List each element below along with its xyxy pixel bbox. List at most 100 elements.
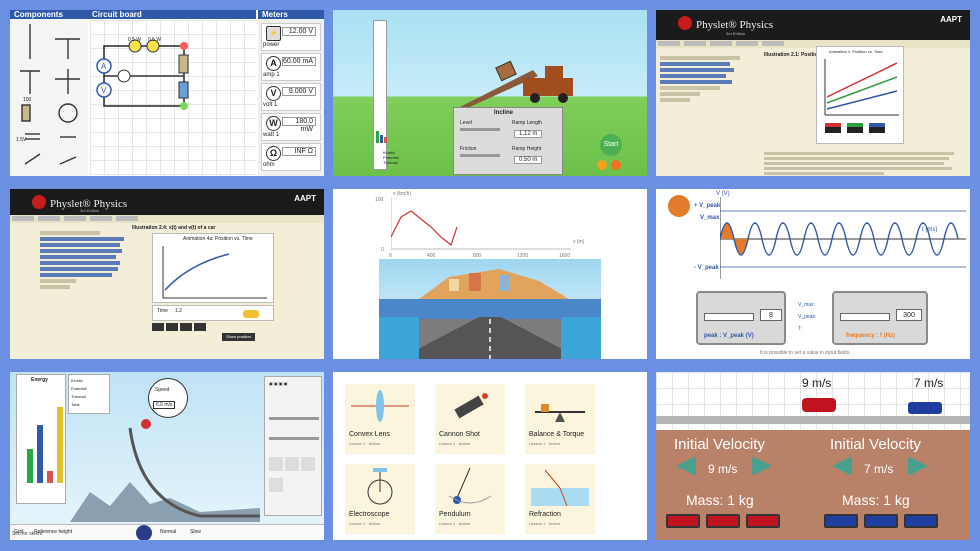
left-increase-arrow[interactable] — [752, 456, 772, 476]
crate — [495, 60, 517, 82]
mass-option-red-2[interactable] — [706, 514, 740, 528]
battery-label: 1.5V — [16, 137, 27, 143]
meter-ammeter[interactable]: A amp 1 60.00 mA — [261, 53, 321, 81]
physlet-page-thumbnail-1[interactable]: Physlet® Physics 3rd Edition AAPT Illust… — [656, 10, 970, 176]
friction-slider[interactable] — [460, 154, 500, 157]
road-velocity-thumbnail[interactable]: v (km/h) x (m) 100 0 0 400 800 1200 1600 — [333, 189, 647, 359]
lens-icon — [351, 390, 409, 422]
physlet-page-thumbnail-2[interactable]: Physlet® Physics 3rd Edition AAPT Illust… — [10, 189, 324, 359]
mass-option-blue-3[interactable] — [904, 514, 938, 528]
physlet-menu[interactable] — [10, 215, 324, 223]
meter-power[interactable]: ⚡ power 12.00 V — [261, 23, 321, 51]
truck-ramp-scene[interactable] — [453, 50, 573, 110]
left-velocity-value: 9 m/s — [708, 462, 738, 476]
track — [656, 416, 970, 424]
velocity-curve — [391, 197, 571, 250]
mass-option-blue-2[interactable] — [864, 514, 898, 528]
sim-card-cannon[interactable]: Cannon Shot Lesson 1 · Author — [435, 384, 505, 454]
playback-controls — [152, 323, 206, 331]
sim-card-balance[interactable]: Balance & Torque Lesson 1 · Author — [525, 384, 595, 454]
meter-wattmeter[interactable]: W watt 1 180.0 mW — [261, 113, 321, 141]
sim-card-lens[interactable]: Convex Lens Lesson 1 · Author — [345, 384, 415, 454]
mass-option-red-1[interactable] — [666, 514, 700, 528]
svg-text:V: V — [101, 86, 107, 95]
potential-bar — [37, 425, 43, 483]
left-mass-label: Mass: 1 kg — [686, 492, 754, 508]
mass-option-red-3[interactable] — [746, 514, 780, 528]
ramp-length-value[interactable]: 1.12 m — [514, 130, 543, 138]
start-button[interactable]: Start — [600, 134, 622, 156]
meters-panel: ⚡ power 12.00 V A amp 1 60.00 mA V volt … — [258, 19, 324, 176]
wattmeter-icon: W — [266, 116, 281, 131]
sine-wave-graph[interactable] — [720, 197, 966, 279]
ramp-simulation-thumbnail[interactable]: Kinetic Potential Thermal Incline Level Ra… — [333, 10, 647, 176]
simulation-gallery-thumbnail[interactable]: Convex Lens Lesson 1 · Author Cannon Sho… — [333, 372, 647, 540]
bulb-label-2: 0.5 W — [148, 37, 162, 43]
right-increase-arrow[interactable] — [908, 456, 928, 476]
ski-track[interactable] — [70, 412, 260, 522]
position-time-chart[interactable]: Animation 1: Position vs. Time — [816, 46, 904, 144]
circuit-board-header: Circuit board — [88, 10, 256, 19]
chart-lines — [824, 59, 899, 116]
friction-slider[interactable] — [269, 417, 319, 420]
circuit-builder-thumbnail[interactable]: Components Circuit board Meters 100 1.5V… — [10, 10, 324, 176]
velocity-graph[interactable]: v (km/h) x (m) 100 0 0 400 800 1200 1600 — [333, 189, 647, 259]
components-icons[interactable] — [10, 19, 88, 176]
step-icon[interactable] — [180, 323, 192, 331]
controls-panel: Initial Velocity Initial Velocity 9 m/s … — [656, 430, 970, 540]
mass-slider[interactable] — [269, 437, 319, 440]
energy-bar-panel — [373, 20, 387, 170]
pause-button[interactable] — [136, 525, 152, 540]
physlet-logo-icon — [32, 195, 46, 209]
physlet-menu[interactable] — [656, 40, 970, 48]
controls-sidebar: ▣ ▣ ▣ ▣ — [264, 376, 322, 516]
kinetic-bar — [376, 131, 379, 143]
pause-icon[interactable] — [166, 323, 178, 331]
meter-ohmmeter[interactable]: Ω ohm INF Ω — [261, 143, 321, 171]
reset-icon[interactable] — [194, 323, 206, 331]
red-car-icon[interactable] — [802, 398, 836, 412]
visibility-checkboxes[interactable]: V_max: V_peak: T: — [798, 299, 816, 335]
show-position-button[interactable]: Show position — [222, 333, 255, 341]
collision-sim-thumbnail[interactable]: 9 m/s 7 m/s Initial Velocity Initial Vel… — [656, 372, 970, 540]
skier-icon — [141, 419, 151, 429]
meters-header: Meters — [258, 10, 324, 19]
chart-curve — [162, 246, 267, 299]
ac-voltage-thumbnail[interactable]: V (V) + V_peak V_max - V_peak t (ms) 8 p… — [656, 189, 970, 359]
sim-card-refraction[interactable]: Refraction Lesson 1 · Author — [525, 464, 595, 534]
circuit-board[interactable]: A V 0.5 W 0.5 W — [90, 20, 256, 175]
peak-control-panel: 8 peak : V_peak (V) — [696, 291, 786, 345]
meter-voltmeter[interactable]: V volt 1 9.000 V — [261, 83, 321, 111]
bottom-bar: Grid Reference height Normal Slow — [10, 524, 324, 540]
bulb-label-1: 0.5 W — [128, 37, 142, 43]
circuit-diagram: A V — [96, 39, 189, 110]
energy-skater-thumbnail[interactable]: Energy Kinetic Potential Thermal Total Spee… — [10, 372, 324, 540]
position-time-chart[interactable]: Animation 4a: Position vs. Time — [152, 233, 274, 303]
physlet-header: Physlet® Physics 3rd Edition AAPT — [10, 189, 324, 215]
right-velocity-label: Initial Velocity — [830, 436, 921, 453]
left-decrease-arrow[interactable] — [676, 456, 696, 476]
sim-card-pendulum[interactable]: Pendulum Lesson 1 · Author — [435, 464, 505, 534]
play-icon[interactable] — [152, 323, 164, 331]
peak-slider[interactable] — [704, 313, 754, 321]
ramp-height-value[interactable]: 0.50 m — [514, 156, 543, 164]
right-speed-label: 7 m/s — [914, 376, 944, 390]
frequency-input[interactable]: 300 — [896, 309, 922, 321]
generator-icon[interactable] — [668, 195, 690, 217]
right-decrease-arrow[interactable] — [832, 456, 852, 476]
reset-icon[interactable] — [597, 160, 607, 170]
components-palette: 100 1.5V — [10, 19, 88, 176]
frequency-slider[interactable] — [840, 313, 890, 321]
energy-legend[interactable]: Kinetic Potential Thermal Total — [68, 374, 110, 414]
components-header: Components — [10, 10, 88, 19]
refresh-icon[interactable] — [611, 160, 621, 170]
level-slider[interactable] — [460, 128, 500, 131]
power-icon: ⚡ — [266, 26, 281, 41]
svg-text:A: A — [101, 62, 107, 71]
peak-input[interactable]: 8 — [760, 309, 782, 321]
options-checkboxes[interactable]: ▣ ▣ ▣ ▣ — [269, 381, 319, 405]
mass-option-blue-1[interactable] — [824, 514, 858, 528]
skater-choices[interactable] — [269, 457, 319, 497]
blue-car-icon[interactable] — [908, 402, 942, 414]
sim-card-electroscope[interactable]: Electroscope Lesson 1 · Author — [345, 464, 415, 534]
